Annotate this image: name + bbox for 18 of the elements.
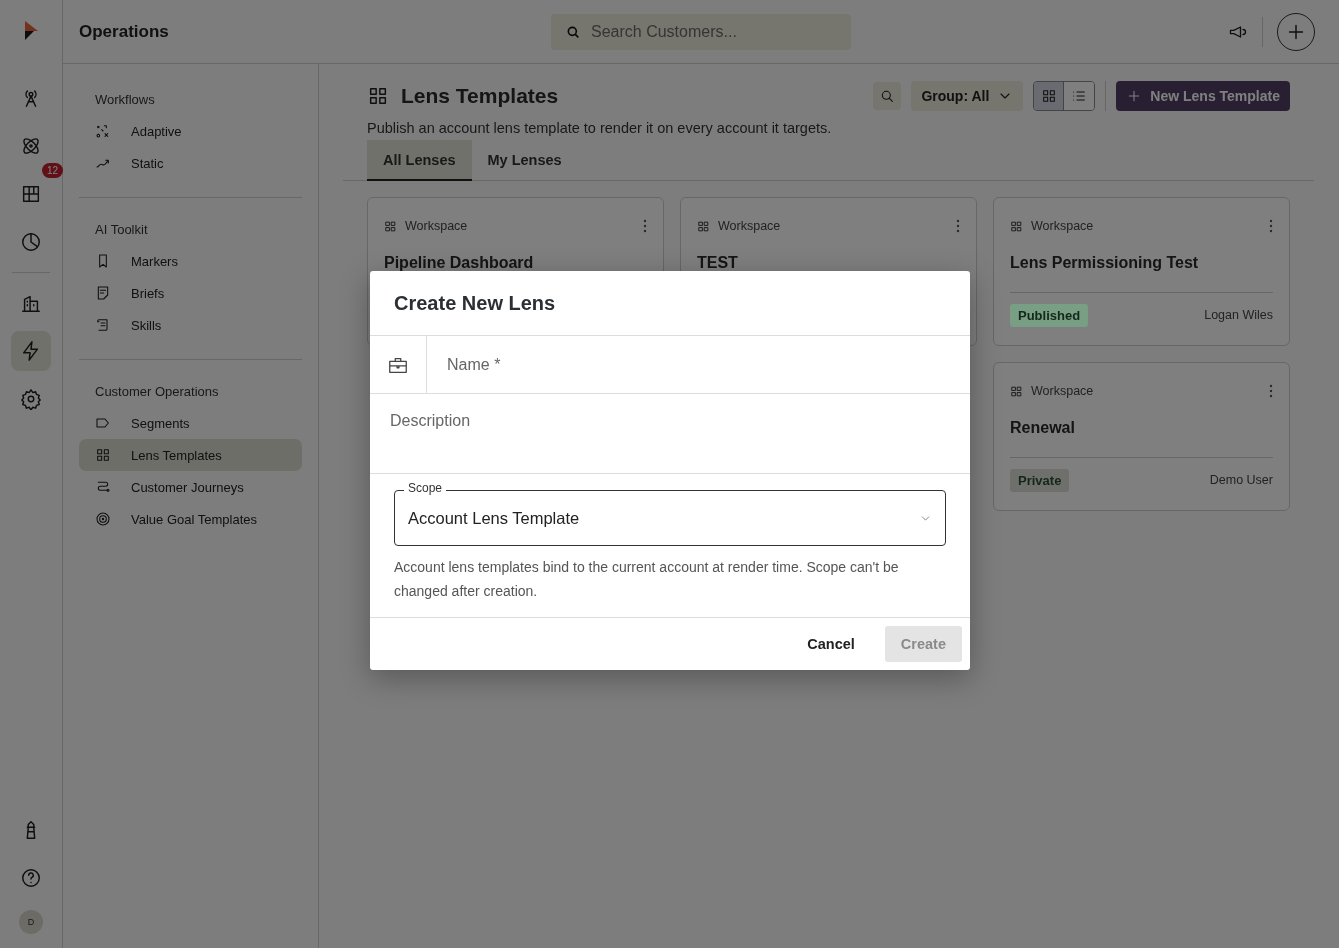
status-badge: Private [1010,468,1070,492]
help-text: Account lens templates bind to the current account at render time. Scope can't be changed after creation. [394,558,900,601]
status-badge: Published [1010,303,1089,327]
card-title: Renewal [1010,419,1273,458]
section-heading: AI Toolkit [94,221,149,239]
scope-label: Workspace [1031,384,1094,398]
page-subtitle: Publish an account lens template to render it on every account it targets. [367,120,833,136]
scope-label: Workspace [405,219,468,233]
card-title: Lens Permissioning Test [1010,254,1273,293]
section-heading: Customer Operations [94,383,220,401]
owner-name: Logan Wiles [1204,308,1273,322]
scope-label: Workspace [718,219,781,233]
scope-label: Workspace [1031,219,1094,233]
section-heading: Workflows [94,91,156,109]
owner-name: Demo User [1209,473,1273,487]
page-title: Lens Templates [401,84,559,108]
notification-badge: 12 [41,163,63,178]
section-title: Operations [78,21,170,42]
